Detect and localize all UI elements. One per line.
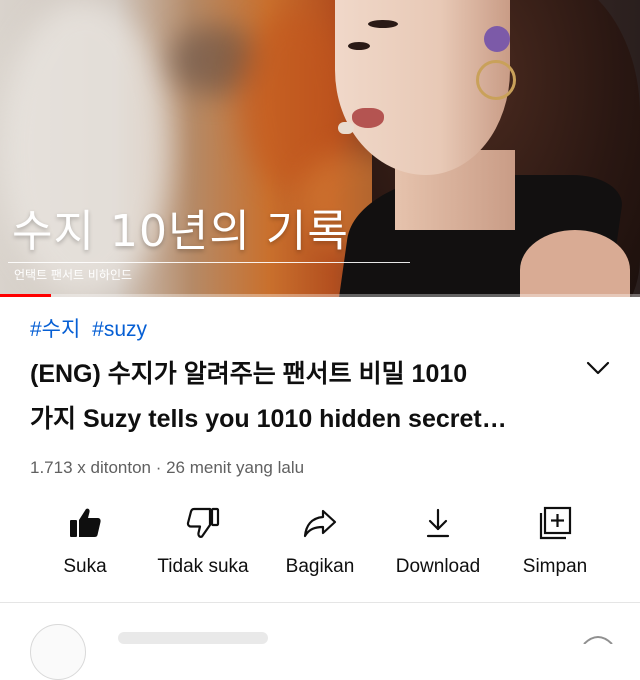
section-divider (0, 602, 640, 603)
save-button[interactable]: Simpan (490, 500, 620, 590)
performer-eye (368, 20, 398, 28)
thumbs-down-icon (185, 505, 221, 541)
video-player[interactable]: 수지 10년의 기록 언택트 팬서트 비하인드 (0, 0, 640, 297)
action-bar: Suka Tidak suka Bagikan Download Simpan (0, 500, 640, 590)
playlist-add-icon (537, 505, 573, 541)
video-title-line: 가지 Suzy tells you 1010 hidden secret… (30, 405, 507, 433)
progress-fill (0, 294, 52, 297)
video-meta: 1.713 x ditonton · 26 menit yang lalu (30, 458, 305, 477)
progress-track[interactable] (0, 294, 640, 297)
video-title[interactable]: (ENG) 수지가 알려주는 팬서트 비밀 1010 가지 Suzy tells… (30, 352, 570, 442)
performer-eye (348, 42, 370, 50)
hashtag-link[interactable]: #suzy (92, 318, 147, 341)
download-icon (420, 505, 456, 541)
chevron-down-icon[interactable] (584, 356, 612, 380)
in-ear-monitor (484, 26, 510, 52)
thumbnail-title: 수지 10년의 기록 (12, 206, 349, 257)
channel-name-placeholder[interactable] (118, 632, 268, 644)
like-label: Suka (63, 556, 107, 577)
earring (476, 60, 516, 100)
thumbnail-underline (8, 262, 410, 263)
more-icon[interactable] (580, 630, 616, 645)
like-button[interactable]: Suka (20, 500, 150, 590)
dislike-label: Tidak suka (157, 556, 249, 577)
download-button[interactable]: Download (373, 500, 503, 590)
dislike-button[interactable]: Tidak suka (138, 500, 268, 590)
video-title-line: (ENG) 수지가 알려주는 팬서트 비밀 1010 (30, 360, 468, 388)
share-button[interactable]: Bagikan (255, 500, 385, 590)
share-arrow-icon (302, 505, 338, 541)
share-label: Bagikan (285, 556, 355, 577)
thumbnail-subtitle: 언택트 팬서트 비하인드 (14, 268, 133, 282)
save-label: Simpan (522, 556, 588, 577)
hashtag-list: #수지 #suzy (30, 313, 153, 343)
headset-mic (338, 122, 354, 134)
performer-lips (352, 108, 384, 128)
download-label: Download (395, 556, 481, 577)
hashtag-link[interactable]: #수지 (30, 318, 80, 341)
thumbs-up-icon (67, 505, 103, 541)
channel-avatar[interactable] (30, 624, 86, 680)
